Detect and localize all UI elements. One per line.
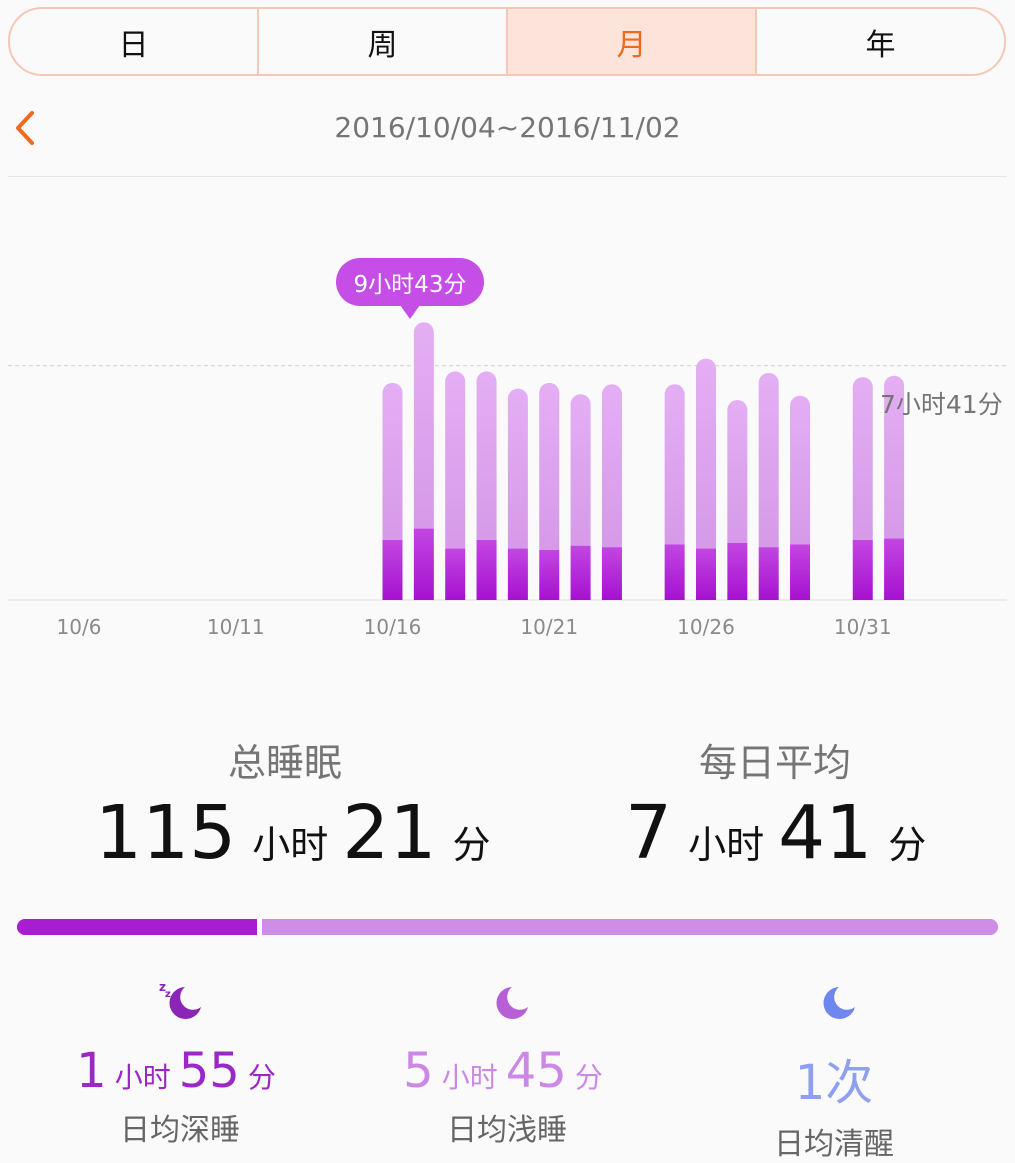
- daily-average-value: 7 小时 41 分: [625, 790, 940, 876]
- light-sleep-bar-10/31: [852, 377, 873, 540]
- awake-count: 1次: [794, 1055, 874, 1111]
- tooltip-pointer: [400, 305, 420, 319]
- header-divider: [8, 176, 1007, 177]
- light-sleep-metric: 5 小时 45 分 日均浅睡: [342, 975, 672, 1149]
- average-line-label: 7小时41分: [880, 390, 1003, 419]
- tab-week[interactable]: 周: [259, 9, 508, 74]
- deep-sleep-moon-icon: z z z: [15, 975, 345, 1025]
- deep-sleep-bar-10/18: [445, 548, 466, 600]
- deep-sleep-bar-11/1: [884, 538, 905, 600]
- average-hours-unit: 小时: [688, 823, 765, 867]
- awake-label: 日均清醒: [774, 1127, 894, 1162]
- light-sleep-bar-10/23: [601, 384, 622, 548]
- light-sleep-bar-10/17: [413, 322, 434, 529]
- deep-sleep-bar-10/31: [852, 540, 873, 600]
- total-sleep-title: 总睡眠: [227, 741, 342, 785]
- deep-sleep-bar-10/28: [758, 547, 779, 600]
- sleep-ratio-bar: [17, 919, 998, 935]
- light-sleep-bar-10/25: [664, 384, 685, 545]
- deep-sleep-label: 日均深睡: [120, 1113, 240, 1148]
- deep-sleep-bar-10/21: [539, 550, 560, 600]
- sleep-bar-chart: 10/6 10/11 10/16 10/21 10/26 10/31: [8, 322, 1007, 639]
- deep-sleep-bar-10/23: [601, 547, 622, 600]
- total-minutes: 21: [342, 790, 437, 876]
- period-tabs: 日 周 月 年: [8, 7, 1006, 76]
- x-tick-label: 10/26: [677, 615, 735, 639]
- deep-sleep-bar-10/17: [413, 528, 434, 600]
- average-minutes: 41: [778, 790, 873, 876]
- average-hours: 7: [625, 790, 673, 876]
- light-sleep-hours-unit: 小时: [441, 1061, 498, 1094]
- light-sleep-bar-10/27: [727, 400, 748, 543]
- average-minutes-unit: 分: [888, 823, 927, 867]
- x-tick-label: 10/21: [520, 615, 578, 639]
- deep-sleep-hours: 1: [76, 1043, 107, 1099]
- daily-average-title: 每日平均: [698, 741, 851, 785]
- svg-text:z: z: [170, 996, 175, 1005]
- light-sleep-moon-icon: [342, 975, 672, 1025]
- x-tick-label: 10/31: [834, 615, 892, 639]
- total-hours: 115: [95, 790, 237, 876]
- deep-sleep-bar-10/20: [507, 548, 528, 600]
- deep-sleep-bar-10/19: [476, 540, 497, 600]
- deep-sleep-bar-10/26: [696, 548, 716, 600]
- deep-sleep-portion: [17, 919, 258, 935]
- light-sleep-hours: 5: [403, 1043, 434, 1099]
- deep-sleep-minutes-unit: 分: [247, 1061, 276, 1094]
- light-sleep-minutes: 45: [505, 1043, 567, 1099]
- light-sleep-bar-10/18: [445, 371, 466, 549]
- light-sleep-minutes-unit: 分: [574, 1061, 603, 1094]
- deep-sleep-bar-10/22: [570, 545, 591, 600]
- tab-day[interactable]: 日: [10, 9, 259, 74]
- x-tick-label: 10/16: [364, 615, 422, 639]
- total-hours-unit: 小时: [252, 823, 329, 867]
- awake-moon-icon: [669, 975, 999, 1025]
- light-sleep-bar-10/20: [507, 388, 528, 549]
- total-minutes-unit: 分: [452, 823, 491, 867]
- light-sleep-bar-10/22: [570, 394, 591, 546]
- highlight-tooltip: 9小时43分: [336, 258, 484, 306]
- previous-period-button[interactable]: [8, 108, 42, 148]
- light-sleep-label: 日均浅睡: [447, 1113, 567, 1148]
- light-sleep-bar-10/16: [382, 382, 403, 540]
- deep-sleep-bar-10/27: [727, 542, 748, 600]
- light-sleep-bar-10/28: [758, 372, 779, 548]
- light-sleep-bar-10/29: [790, 395, 811, 545]
- light-sleep-portion: [262, 919, 998, 935]
- light-sleep-bar-10/21: [539, 382, 560, 550]
- deep-sleep-metric: z z z 1 小时 55 分 日均深睡: [15, 975, 345, 1149]
- light-sleep-bar-10/26: [696, 358, 716, 549]
- total-sleep-value: 115 小时 21 分: [95, 790, 504, 876]
- chevron-left-icon: [16, 111, 34, 145]
- date-range: 2016/10/04~2016/11/02: [334, 111, 681, 144]
- tab-year[interactable]: 年: [757, 9, 1004, 74]
- light-sleep-bar-10/19: [476, 371, 497, 540]
- x-tick-label: 10/6: [57, 615, 102, 639]
- awake-metric: 1次 日均清醒: [669, 975, 999, 1163]
- tab-month[interactable]: 月: [508, 9, 757, 74]
- deep-sleep-bar-10/16: [382, 540, 403, 600]
- deep-sleep-minutes: 55: [178, 1043, 240, 1099]
- deep-sleep-hours-unit: 小时: [114, 1061, 171, 1094]
- deep-sleep-bar-10/29: [790, 544, 811, 600]
- x-tick-label: 10/11: [207, 615, 265, 639]
- deep-sleep-bar-10/25: [664, 544, 685, 600]
